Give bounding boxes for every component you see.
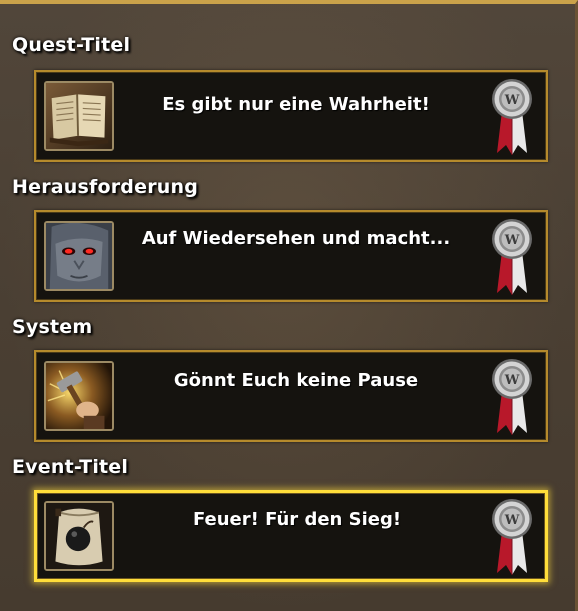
medal-icon: W: [490, 215, 534, 299]
title-label: Gönnt Euch keine Pause: [173, 370, 419, 391]
title-card-system[interactable]: Gönnt Euch keine Pause W: [34, 350, 548, 442]
cannonball-sack-icon: [44, 501, 114, 571]
book-icon: [44, 81, 114, 151]
title-card-challenge[interactable]: Auf Wiedersehen und macht... W: [34, 210, 548, 302]
title-selection-panel: Quest-Titel Es gibt nur eine Wahrheit! W…: [0, 0, 578, 611]
title-label: Es gibt nur eine Wahrheit!: [162, 94, 430, 115]
svg-text:W: W: [504, 513, 520, 528]
section-heading-challenge: Herausforderung: [12, 176, 199, 198]
section-heading-event-title: Event-Titel: [12, 456, 129, 478]
title-label: Auf Wiedersehen und macht...: [141, 228, 451, 249]
section-heading-quest-title: Quest-Titel: [12, 34, 131, 56]
medal-icon: W: [490, 495, 534, 579]
hammer-icon: [44, 361, 114, 431]
svg-text:W: W: [504, 93, 520, 108]
section-heading-system: System: [12, 316, 93, 338]
title-card-quest[interactable]: Es gibt nur eine Wahrheit! W: [34, 70, 548, 162]
svg-text:W: W: [504, 233, 520, 248]
svg-text:W: W: [504, 373, 520, 388]
medal-icon: W: [490, 355, 534, 439]
red-eyed-face-icon: [44, 221, 114, 291]
medal-icon: W: [490, 75, 534, 159]
title-card-event[interactable]: Feuer! Für den Sieg! W: [34, 490, 548, 582]
title-label: Feuer! Für den Sieg!: [192, 509, 402, 530]
